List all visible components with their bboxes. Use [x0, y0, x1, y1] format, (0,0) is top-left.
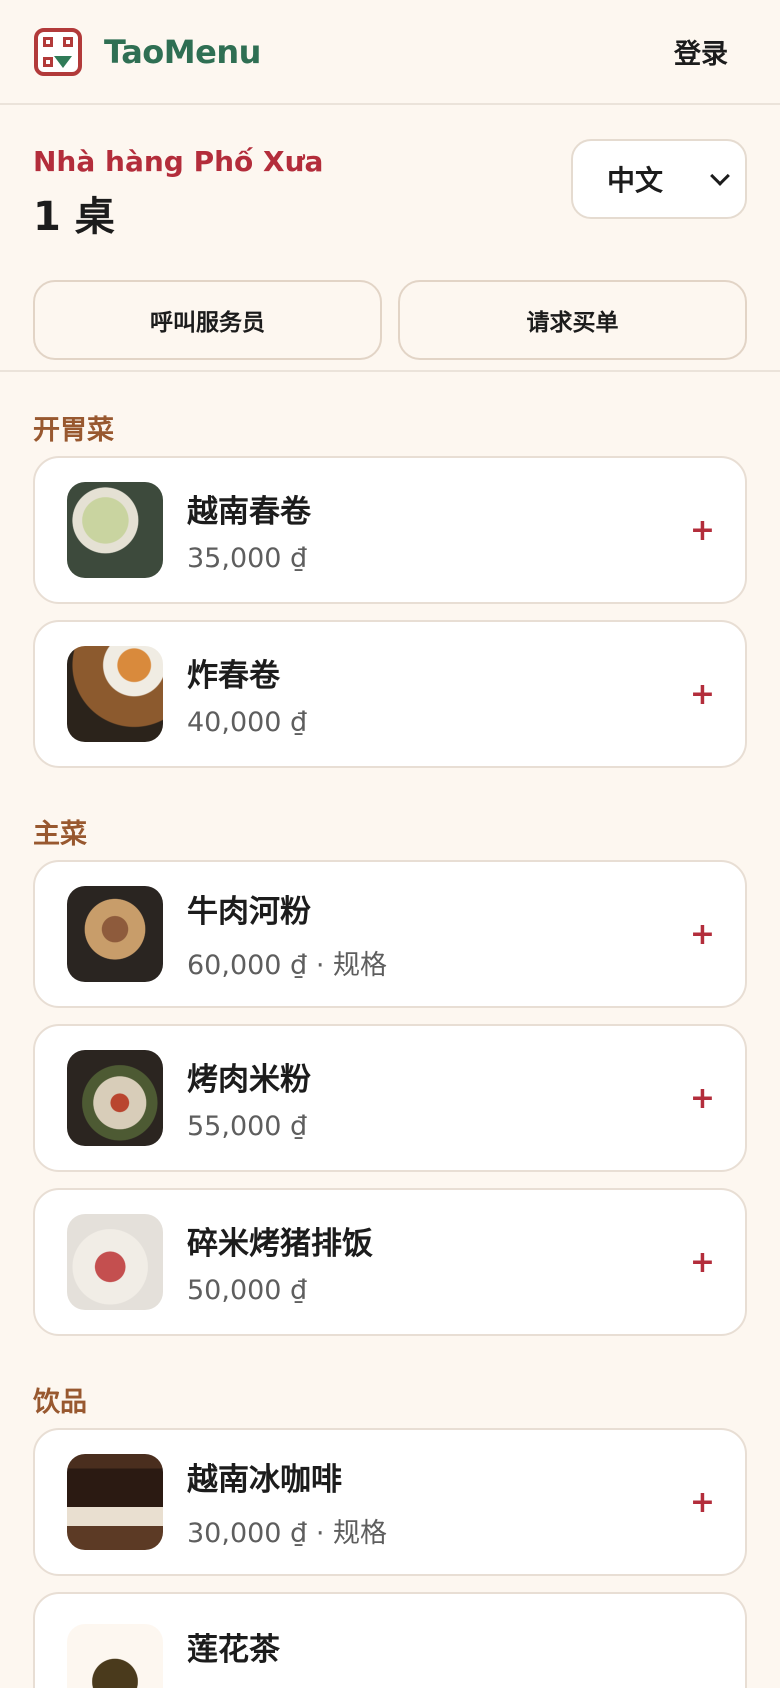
dish-price: 40,000 ₫: [187, 707, 308, 738]
menu-item[interactable]: 牛肉河粉 60,000 ₫ · 规格 +: [33, 860, 747, 1008]
add-to-cart-button[interactable]: +: [690, 513, 715, 548]
dish-image: [67, 1624, 163, 1688]
add-to-cart-button[interactable]: +: [690, 1485, 715, 1520]
menu-list-appetizers: 越南春卷 35,000 ₫ + 炸春卷 40,000 ₫ +: [0, 456, 780, 768]
login-button[interactable]: 登录: [674, 32, 728, 71]
dish-image: [67, 886, 163, 982]
dish-name: 越南春卷: [187, 494, 311, 530]
menu-item[interactable]: 莲花茶: [33, 1592, 747, 1688]
dish-name: 莲花茶: [187, 1632, 280, 1668]
dish-name: 碎米烤猪排饭: [187, 1226, 373, 1262]
dish-image: [67, 1214, 163, 1310]
dish-image: [67, 646, 163, 742]
dish-name: 牛肉河粉: [187, 894, 311, 930]
dish-price: 35,000 ₫: [187, 543, 308, 574]
dish-image: [67, 482, 163, 578]
dish-image: [67, 1454, 163, 1550]
call-waiter-button[interactable]: 呼叫服务员: [33, 280, 382, 360]
qr-menu-logo-icon: [34, 27, 82, 76]
dish-name: 越南冰咖啡: [187, 1462, 342, 1498]
brand[interactable]: TaoMenu: [34, 27, 261, 76]
chevron-down-icon: [710, 166, 730, 186]
dish-image: [67, 1050, 163, 1146]
add-to-cart-button[interactable]: +: [690, 1081, 715, 1116]
language-value: 中文: [607, 164, 664, 197]
table-number: 1 桌: [33, 194, 115, 240]
section-title-drinks: 饮品: [33, 1387, 87, 1418]
language-select[interactable]: 中文: [571, 139, 747, 219]
menu-list-drinks: 越南冰咖啡 30,000 ₫ · 规格 + 莲花茶: [0, 1428, 780, 1688]
dish-price: 50,000 ₫: [187, 1275, 308, 1306]
dish-price: 55,000 ₫: [187, 1111, 308, 1142]
menu-item[interactable]: 越南春卷 35,000 ₫ +: [33, 456, 747, 604]
menu-item[interactable]: 碎米烤猪排饭 50,000 ₫ +: [33, 1188, 747, 1336]
add-to-cart-button[interactable]: +: [690, 677, 715, 712]
dish-price: 60,000 ₫ · 规格: [187, 950, 387, 981]
menu-item[interactable]: 烤肉米粉 55,000 ₫ +: [33, 1024, 747, 1172]
section-title-appetizers: 开胃菜: [33, 415, 114, 446]
menu-item[interactable]: 越南冰咖啡 30,000 ₫ · 规格 +: [33, 1428, 747, 1576]
dish-name: 烤肉米粉: [187, 1062, 311, 1098]
dish-name: 炸春卷: [187, 658, 280, 694]
brand-name: TaoMenu: [104, 32, 261, 71]
section-title-mains: 主菜: [33, 819, 87, 850]
menu-item[interactable]: 炸春卷 40,000 ₫ +: [33, 620, 747, 768]
dish-price: 30,000 ₫ · 规格: [187, 1518, 387, 1549]
add-to-cart-button[interactable]: +: [690, 1245, 715, 1280]
add-to-cart-button[interactable]: +: [690, 917, 715, 952]
table-info-panel: Nhà hàng Phố Xưa 1 桌 中文 呼叫服务员 请求买单: [0, 105, 780, 372]
restaurant-name: Nhà hàng Phố Xưa: [33, 145, 324, 178]
app-header: TaoMenu 登录: [0, 0, 780, 105]
menu-list-mains: 牛肉河粉 60,000 ₫ · 规格 + 烤肉米粉 55,000 ₫ + 碎米烤…: [0, 860, 780, 1336]
request-bill-button[interactable]: 请求买单: [398, 280, 747, 360]
